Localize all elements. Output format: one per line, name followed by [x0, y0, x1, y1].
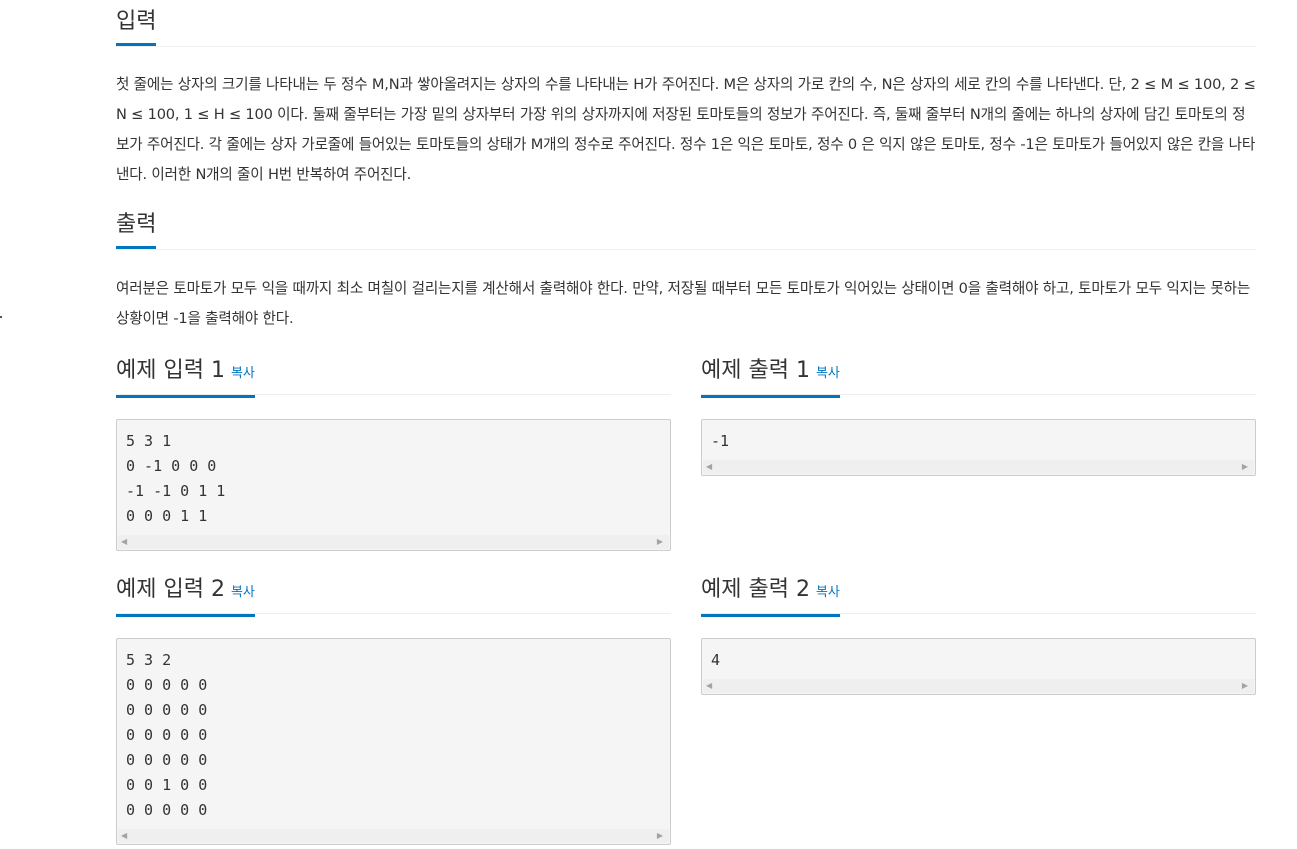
horizontal-scrollbar[interactable]: ◀ ▶	[703, 460, 1254, 474]
output-description: 여러분은 토마토가 모두 익을 때까지 최소 며칠이 걸리는지를 계산해서 출력…	[116, 280, 1251, 327]
sample-output-2-box[interactable]: 4 ◀ ▶	[701, 638, 1256, 695]
scroll-right-arrow-icon[interactable]: ▶	[657, 831, 663, 841]
sample-input-1-box[interactable]: 5 3 1 0 -1 0 0 0 -1 -1 0 1 1 0 0 0 1 1 ◀…	[116, 419, 671, 551]
sample-input-1: 예제 입력 1 복사 5 3 1 0 -1 0 0 0 -1 -1 0 1 1 0…	[116, 348, 671, 551]
scroll-right-arrow-icon[interactable]: ▶	[657, 537, 663, 547]
sample-output-2-header: 예제 출력 2 복사	[701, 567, 1256, 617]
horizontal-scrollbar[interactable]: ◀ ▶	[118, 829, 669, 843]
sample-output-1-heading: 예제 출력 1 복사	[701, 359, 840, 398]
sample-output-2-heading: 예제 출력 2 복사	[701, 578, 840, 617]
sample-output-1-code: -1	[711, 432, 730, 450]
sample-input-2-code: 5 3 2 0 0 0 0 0 0 0 0 0 0 0 0 0 0 0 0 0 …	[126, 651, 208, 819]
sample-input-2-box[interactable]: 5 3 2 0 0 0 0 0 0 0 0 0 0 0 0 0 0 0 0 0 …	[116, 638, 671, 845]
input-section-header: 입력	[116, 0, 1256, 47]
sample-output-1-title: 예제 출력 1	[701, 358, 810, 383]
sample-input-1-heading: 예제 입력 1 복사	[116, 359, 255, 398]
copy-button[interactable]: 복사	[231, 585, 255, 600]
stray-dot	[0, 316, 2, 318]
sample-input-2-header: 예제 입력 2 복사	[116, 567, 671, 617]
scroll-left-arrow-icon[interactable]: ◀	[706, 462, 712, 472]
sample-input-2-title: 예제 입력 2	[116, 577, 225, 602]
output-section-title: 출력	[116, 213, 157, 249]
copy-button[interactable]: 복사	[231, 366, 255, 381]
sample-input-1-code: 5 3 1 0 -1 0 0 0 -1 -1 0 1 1 0 0 0 1 1	[126, 432, 226, 525]
scroll-left-arrow-icon[interactable]: ◀	[121, 537, 127, 547]
output-section-header: 출력	[116, 203, 1256, 250]
sample-input-2-heading: 예제 입력 2 복사	[116, 578, 255, 617]
output-section-body: 여러분은 토마토가 모두 익을 때까지 최소 며칠이 걸리는지를 계산해서 출력…	[116, 274, 1256, 334]
sample-output-1: 예제 출력 1 복사 -1 ◀ ▶	[701, 348, 1256, 476]
sample-output-2-code: 4	[711, 651, 721, 669]
scroll-right-arrow-icon[interactable]: ▶	[1242, 462, 1248, 472]
sample-input-1-title: 예제 입력 1	[116, 358, 225, 383]
sample-output-1-box[interactable]: -1 ◀ ▶	[701, 419, 1256, 476]
sample-input-1-header: 예제 입력 1 복사	[116, 348, 671, 398]
scroll-left-arrow-icon[interactable]: ◀	[706, 681, 712, 691]
horizontal-scrollbar[interactable]: ◀ ▶	[703, 679, 1254, 693]
sample-output-2: 예제 출력 2 복사 4 ◀ ▶	[701, 567, 1256, 695]
input-section-title: 입력	[116, 10, 157, 46]
scroll-right-arrow-icon[interactable]: ▶	[1242, 681, 1248, 691]
scroll-left-arrow-icon[interactable]: ◀	[121, 831, 127, 841]
sample-output-2-title: 예제 출력 2	[701, 577, 810, 602]
sample-input-2: 예제 입력 2 복사 5 3 2 0 0 0 0 0 0 0 0 0 0 0 0 …	[116, 567, 671, 845]
copy-button[interactable]: 복사	[816, 585, 840, 600]
horizontal-scrollbar[interactable]: ◀ ▶	[118, 535, 669, 549]
copy-button[interactable]: 복사	[816, 366, 840, 381]
input-description: 첫 줄에는 상자의 크기를 나타내는 두 정수 M,N과 쌓아올려지는 상자의 …	[116, 76, 1256, 183]
input-section-body: 첫 줄에는 상자의 크기를 나타내는 두 정수 M,N과 쌓아올려지는 상자의 …	[116, 70, 1256, 190]
sample-output-1-header: 예제 출력 1 복사	[701, 348, 1256, 398]
